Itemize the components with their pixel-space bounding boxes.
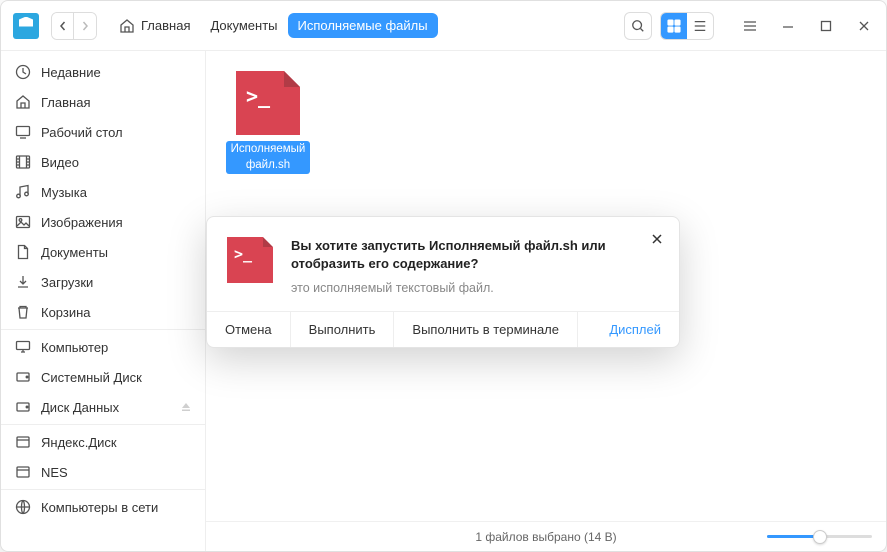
- sidebar-item-pictures[interactable]: Изображения: [1, 207, 205, 237]
- sidebar-item-label: Диск Данных: [41, 400, 119, 415]
- sidebar-item-downloads[interactable]: Загрузки: [1, 267, 205, 297]
- home-icon: [119, 18, 135, 34]
- yandex-icon: [15, 464, 31, 480]
- sidebar-item-documents[interactable]: Документы: [1, 237, 205, 267]
- sidebar-item-computer[interactable]: Компьютер: [1, 332, 205, 362]
- sidebar-item-label: Музыка: [41, 185, 87, 200]
- breadcrumb-item[interactable]: Главная: [109, 13, 200, 39]
- close-button[interactable]: [854, 16, 874, 36]
- sidebar-item-data-disk[interactable]: Диск Данных: [1, 392, 205, 422]
- sidebar-item-label: Системный Диск: [41, 370, 142, 385]
- clock-icon: [15, 64, 31, 80]
- breadcrumb-label: Главная: [141, 18, 190, 33]
- sidebar: Недавние Главная Рабочий стол Видео Музыка Из…: [1, 51, 206, 551]
- menu-button[interactable]: [740, 16, 760, 36]
- nav-forward-button[interactable]: [74, 13, 96, 39]
- sidebar-item-label: Компьютер: [41, 340, 108, 355]
- dialog-display-button[interactable]: Дисплей: [591, 312, 679, 347]
- network-icon: [15, 499, 31, 515]
- trash-icon: [15, 304, 31, 320]
- sidebar-item-recent[interactable]: Недавние: [1, 57, 205, 87]
- dialog-cancel-button[interactable]: Отмена: [207, 312, 291, 347]
- eject-icon[interactable]: [181, 402, 191, 412]
- computer-icon: [15, 339, 31, 355]
- zoom-slider[interactable]: [767, 535, 872, 538]
- file-manager-window: Главная Документы Исполняемые файлы: [0, 0, 887, 552]
- dialog-run-terminal-button[interactable]: Выполнить в терминале: [394, 312, 578, 347]
- yandex-icon: [15, 434, 31, 450]
- dialog-subtitle: это исполняемый текстовый файл.: [291, 281, 659, 295]
- sidebar-item-label: Изображения: [41, 215, 123, 230]
- sidebar-item-label: Загрузки: [41, 275, 93, 290]
- sidebar-item-system-disk[interactable]: Системный Диск: [1, 362, 205, 392]
- dialog-title: Вы хотите запустить Исполняемый файл.sh …: [291, 237, 659, 273]
- sidebar-item-label: Компьютеры в сети: [41, 500, 158, 515]
- dialog-close-button[interactable]: [649, 231, 665, 247]
- breadcrumb-label: Документы: [210, 18, 277, 33]
- titlebar: Главная Документы Исполняемые файлы: [1, 1, 886, 51]
- sidebar-item-videos[interactable]: Видео: [1, 147, 205, 177]
- run-dialog: >_ Вы хотите запустить Исполняемый файл.…: [206, 216, 680, 348]
- sidebar-item-nes[interactable]: NES: [1, 457, 205, 487]
- sidebar-item-label: Корзина: [41, 305, 91, 320]
- music-icon: [15, 184, 31, 200]
- file-label: Исполняемый файл.sh: [226, 141, 310, 174]
- home-icon: [15, 94, 31, 110]
- file-sh-icon: >_: [236, 71, 300, 135]
- breadcrumb-item[interactable]: Документы: [200, 13, 287, 38]
- nav-group: [51, 12, 97, 40]
- sidebar-item-label: Главная: [41, 95, 90, 110]
- breadcrumb-label: Исполняемые файлы: [298, 18, 428, 33]
- view-icon-button[interactable]: [661, 13, 687, 39]
- film-icon: [15, 154, 31, 170]
- file-item[interactable]: >_ Исполняемый файл.sh: [220, 65, 316, 180]
- dialog-file-icon: >_: [227, 237, 273, 283]
- sidebar-item-label: Документы: [41, 245, 108, 260]
- disk-icon: [15, 369, 31, 385]
- display-icon: [15, 124, 31, 140]
- sidebar-item-label: Недавние: [41, 65, 101, 80]
- sidebar-item-label: Яндекс.Диск: [41, 435, 117, 450]
- sidebar-item-network[interactable]: Компьютеры в сети: [1, 492, 205, 522]
- search-button[interactable]: [624, 12, 652, 40]
- image-icon: [15, 214, 31, 230]
- breadcrumb: Главная Документы Исполняемые файлы: [109, 13, 438, 39]
- sidebar-item-music[interactable]: Музыка: [1, 177, 205, 207]
- sidebar-item-yandex-disk[interactable]: Яндекс.Диск: [1, 427, 205, 457]
- view-list-button[interactable]: [687, 13, 713, 39]
- minimize-button[interactable]: [778, 16, 798, 36]
- disk-icon: [15, 399, 31, 415]
- view-toggle: [660, 12, 714, 40]
- sidebar-item-desktop[interactable]: Рабочий стол: [1, 117, 205, 147]
- app-icon: [13, 13, 39, 39]
- download-icon: [15, 274, 31, 290]
- sidebar-item-label: Рабочий стол: [41, 125, 123, 140]
- document-icon: [15, 244, 31, 260]
- dialog-run-button[interactable]: Выполнить: [291, 312, 395, 347]
- sidebar-item-home[interactable]: Главная: [1, 87, 205, 117]
- maximize-button[interactable]: [816, 16, 836, 36]
- nav-back-button[interactable]: [52, 13, 74, 39]
- dialog-buttons: Отмена Выполнить Выполнить в терминале Д…: [207, 311, 679, 347]
- statusbar: 1 файлов выбрано (14 B): [206, 521, 886, 551]
- window-controls: [740, 16, 874, 36]
- sidebar-item-label: NES: [41, 465, 68, 480]
- sidebar-item-label: Видео: [41, 155, 79, 170]
- sidebar-item-trash[interactable]: Корзина: [1, 297, 205, 327]
- breadcrumb-item[interactable]: Исполняемые файлы: [288, 13, 438, 38]
- status-text: 1 файлов выбрано (14 B): [475, 530, 616, 544]
